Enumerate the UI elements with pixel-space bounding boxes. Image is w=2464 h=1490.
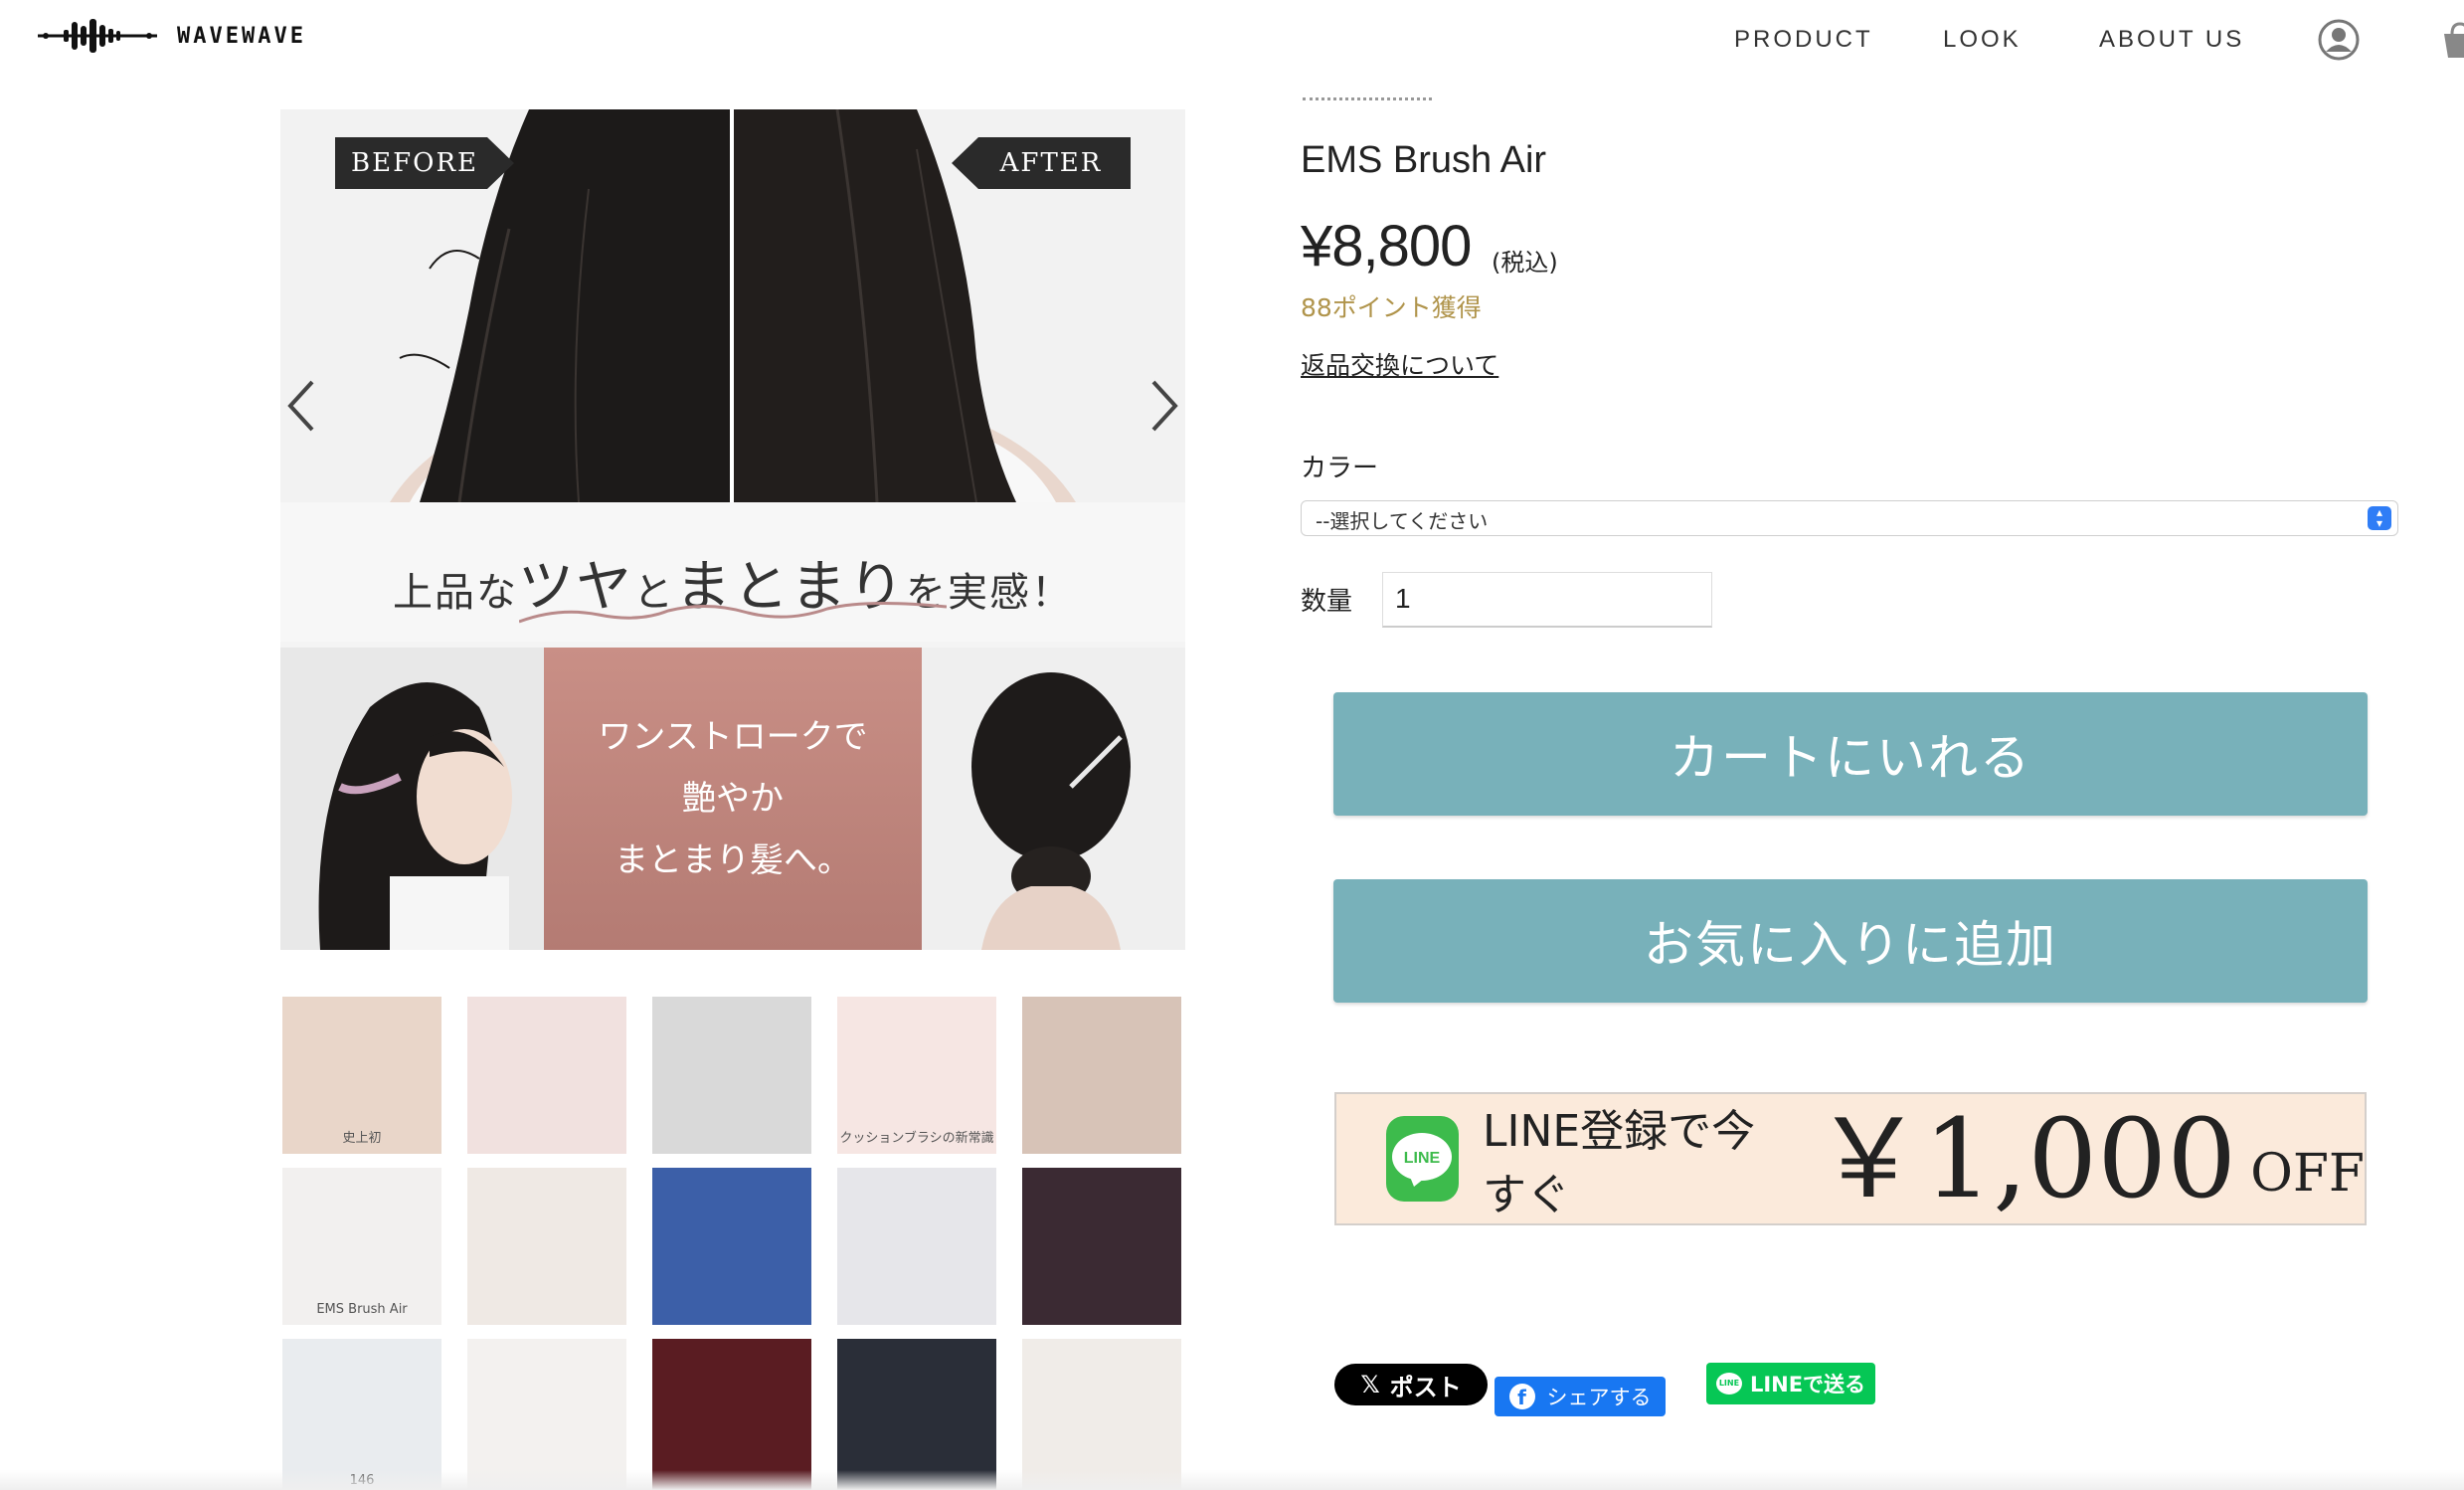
thumbnail[interactable]	[837, 1339, 996, 1490]
thumbnail[interactable]: クッションブラシの新常識	[837, 997, 996, 1154]
stroke-line-2: 艶やか	[682, 779, 784, 819]
thumbnail[interactable]	[652, 997, 811, 1154]
gallery-next-button[interactable]	[1144, 376, 1183, 436]
before-label: BEFORE	[335, 137, 514, 189]
back-of-head-photo	[922, 648, 1185, 950]
select-chevron-icon: ▴ ▾	[2368, 506, 2391, 530]
thumbnail[interactable]: EMS Brush Air	[282, 1168, 441, 1325]
add-to-favorites-button[interactable]: お気に入りに追加	[1333, 879, 2368, 1003]
thumbnail[interactable]	[467, 1339, 626, 1490]
quantity-input[interactable]: 1	[1382, 572, 1712, 628]
breadcrumb	[1303, 97, 1432, 103]
color-select-value: --選択してください	[1316, 509, 1489, 533]
thumbnail-caption: EMS Brush Air	[316, 1302, 408, 1317]
returns-policy-link[interactable]: 返品交換について	[1301, 346, 1498, 382]
points-earned: 88ポイント獲得	[1301, 293, 1482, 322]
stroke-line-1: ワンストロークで	[598, 717, 868, 757]
color-label: カラー	[1301, 454, 1379, 483]
gallery-prev-button[interactable]	[282, 376, 322, 436]
thumbnail[interactable]	[1022, 1339, 1181, 1490]
product-main-image: BEFORE AFTER 上品なツヤとまとまりを実感！ ワンストロークで 艶やか…	[280, 109, 1185, 950]
thumbnail[interactable]: 146	[282, 1339, 441, 1490]
brand-name: WAVEWAVE	[177, 23, 306, 49]
quantity-label: 数量	[1301, 587, 1353, 617]
before-after-divider	[730, 109, 734, 502]
x-post-button[interactable]: 𝕏 ポスト	[1334, 1364, 1488, 1405]
after-label: AFTER	[952, 137, 1131, 189]
add-to-cart-button[interactable]: カートにいれる	[1333, 692, 2368, 816]
facebook-logo-icon: f	[1508, 1384, 1535, 1409]
tagline-band: 上品なツヤとまとまりを実感！	[280, 502, 1185, 642]
thumbnail[interactable]	[652, 1168, 811, 1325]
thumbnail[interactable]	[1022, 1168, 1181, 1325]
before-after-photo: BEFORE AFTER	[280, 109, 1185, 502]
one-stroke-message: ワンストロークで 艶やか まとまり髪へ。	[544, 648, 922, 950]
waveform-logo-icon	[38, 19, 157, 53]
nav-about-us[interactable]: ABOUT US	[2099, 26, 2244, 54]
line-discount-amount: ￥1,000	[1814, 1095, 2237, 1222]
thumbnail-caption: クッションブラシの新常識	[839, 1131, 994, 1146]
nav-look[interactable]: LOOK	[1943, 26, 2022, 54]
cart-icon[interactable]	[2440, 20, 2464, 60]
thumbnail[interactable]	[467, 1168, 626, 1325]
thumbnail[interactable]	[652, 1339, 811, 1490]
product-title: EMS Brush Air	[1301, 139, 1547, 181]
line-logo-icon: LINE	[1386, 1116, 1459, 1202]
product-price: ¥8,800	[1301, 214, 1472, 279]
x-logo-icon: 𝕏	[1360, 1371, 1380, 1398]
thumbnail[interactable]	[467, 997, 626, 1154]
one-stroke-banner: ワンストロークで 艶やか まとまり髪へ。	[280, 648, 1185, 950]
thumbnail-caption: 史上初	[342, 1131, 382, 1146]
line-small-icon: LINE	[1715, 1373, 1742, 1395]
page-bottom-edge	[0, 1470, 2464, 1490]
squiggle-decoration	[519, 601, 947, 624]
color-select[interactable]: --選択してください ▴ ▾	[1301, 500, 2398, 536]
line-coupon-banner[interactable]: LINE LINE登録で今すぐ ￥1,000 OFF	[1334, 1092, 2367, 1225]
thumbnail[interactable]	[1022, 997, 1181, 1154]
tagline-part: 上品な	[393, 570, 518, 616]
line-send-button[interactable]: LINE LINEで送る	[1706, 1363, 1875, 1404]
line-banner-text: LINE登録で今すぐ	[1482, 1106, 1756, 1220]
line-off-label: OFF	[2250, 1144, 2365, 1204]
x-post-label: ポスト	[1389, 1373, 1462, 1401]
line-send-label: LINEで送る	[1749, 1373, 1866, 1397]
facebook-share-label: シェアする	[1546, 1386, 1652, 1409]
stroke-line-3: まとまり髪へ。	[615, 840, 851, 880]
svg-text:LINE: LINE	[1404, 1150, 1441, 1167]
site-header: WAVEWAVE PRODUCT LOOK ABOUT US	[0, 0, 2464, 82]
side-profile-photo	[280, 648, 544, 950]
nav-product[interactable]: PRODUCT	[1734, 26, 1873, 54]
thumbnail[interactable]: 史上初	[282, 997, 441, 1154]
tax-note: (税込)	[1492, 249, 1558, 277]
account-icon[interactable]	[2317, 18, 2361, 62]
thumbnail[interactable]	[837, 1168, 996, 1325]
brand-logo[interactable]: WAVEWAVE	[38, 16, 306, 56]
facebook-share-button[interactable]: f シェアする	[1495, 1377, 1666, 1416]
